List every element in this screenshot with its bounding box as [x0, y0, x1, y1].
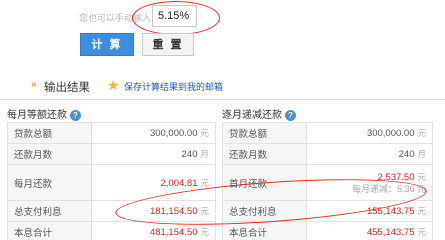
- star-icon: ★: [107, 77, 120, 93]
- row-value: 240 月: [91, 143, 216, 165]
- row-label: 总支付利息: [7, 200, 92, 222]
- equal-payment-title: 每月等额还款?: [7, 106, 81, 121]
- row-label: 本息合计: [7, 221, 92, 240]
- table-row: 贷款总额 300,000.00 元: [7, 122, 216, 144]
- equal-payment-title-text: 每月等额还款: [7, 110, 67, 121]
- unit-text: 元: [200, 227, 209, 237]
- value-text: 455,143.75: [366, 227, 415, 238]
- unit-text: 元: [417, 128, 426, 138]
- row-label: 贷款总额: [222, 122, 307, 144]
- row-label: 每月还款: [7, 164, 92, 201]
- row-value: 240 月: [306, 143, 433, 165]
- value-text: 300,000.00: [366, 128, 415, 139]
- double-chevron-right-icon: »: [31, 79, 37, 90]
- row-label: 贷款总额: [7, 122, 92, 144]
- unit-text: 元: [417, 171, 426, 182]
- value-text: 300,000.00: [149, 128, 198, 139]
- table-row: 贷款总额 300,000.00 元: [222, 122, 433, 144]
- row-value: 300,000.00 元: [306, 122, 433, 144]
- value-text: 481,154.50: [149, 227, 198, 238]
- output-title: 输出结果: [44, 82, 90, 94]
- table-row: 还款月数 240 月: [7, 143, 216, 165]
- decreasing-payment-title-text: 逐月递减还款: [222, 110, 282, 121]
- calculate-button[interactable]: 计 算: [80, 33, 134, 56]
- unit-text: 月: [200, 149, 209, 159]
- annotation-circle: [132, 1, 220, 35]
- row-value: 300,000.00 元: [91, 122, 216, 144]
- unit-text: 元: [417, 206, 426, 216]
- question-circle-icon[interactable]: ?: [285, 110, 296, 121]
- reset-button[interactable]: 重 置: [142, 33, 194, 56]
- table-row: 本息合计 455,143.75 元: [222, 221, 433, 240]
- unit-text: 月: [417, 149, 426, 159]
- question-circle-icon[interactable]: ?: [70, 110, 81, 121]
- unit-text: 元: [200, 177, 209, 188]
- value-text: 240: [398, 149, 415, 160]
- value-text: 2,004.81: [160, 177, 198, 189]
- decreasing-payment-title: 逐月递减还款?: [222, 106, 296, 121]
- row-label: 还款月数: [7, 143, 92, 165]
- unit-text: 元: [200, 128, 209, 138]
- value-text: 240: [181, 149, 198, 160]
- row-value: 455,143.75 元: [306, 221, 433, 240]
- row-label: 还款月数: [222, 143, 307, 165]
- table-row: 还款月数 240 月: [222, 143, 433, 165]
- output-header: » 输出结果 ★ 保存计算结果到我的邮箱: [0, 70, 445, 100]
- unit-text: 元: [417, 227, 426, 237]
- save-results-email-link[interactable]: 保存计算结果到我的邮箱: [124, 80, 223, 93]
- row-label: 本息合计: [222, 221, 307, 240]
